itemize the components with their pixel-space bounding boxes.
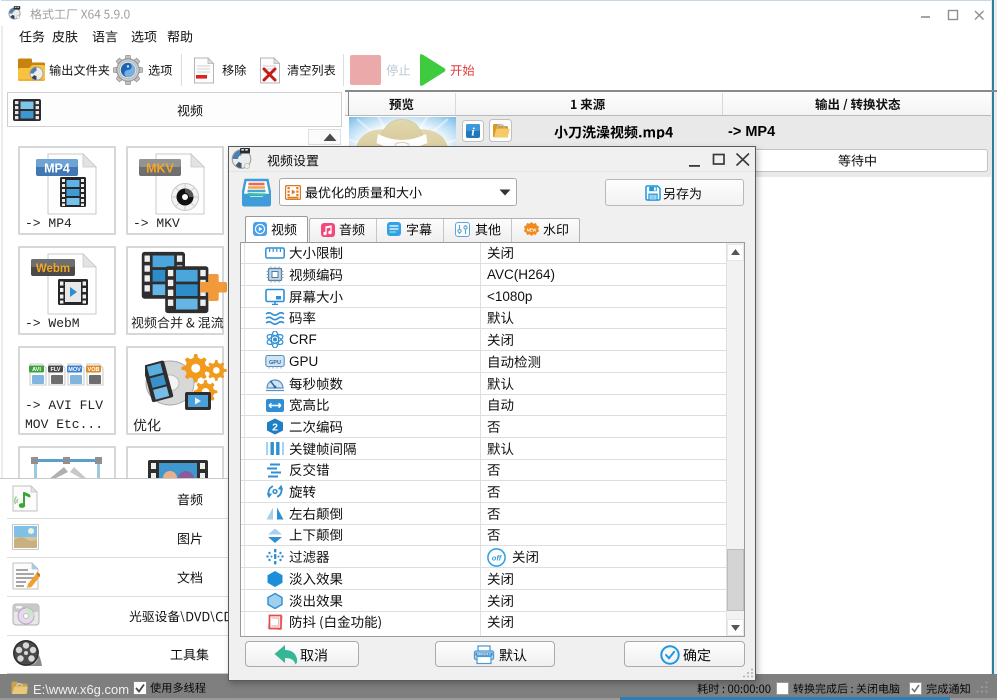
svg-text:Webm: Webm	[36, 263, 70, 275]
svg-text:FLV: FLV	[51, 367, 61, 373]
svg-text:MOV: MOV	[68, 367, 81, 373]
svg-text:2: 2	[272, 422, 278, 434]
svg-text:DEFAULT: DEFAULT	[477, 652, 491, 656]
svg-text:GPU: GPU	[269, 360, 281, 366]
svg-text:MKV: MKV	[146, 162, 174, 176]
svg-text:MP4: MP4	[44, 162, 70, 176]
svg-text:NEW: NEW	[527, 227, 537, 232]
svg-text:AVI: AVI	[32, 367, 41, 373]
svg-text:VOB: VOB	[88, 367, 100, 373]
svg-text:off: off	[492, 553, 503, 562]
